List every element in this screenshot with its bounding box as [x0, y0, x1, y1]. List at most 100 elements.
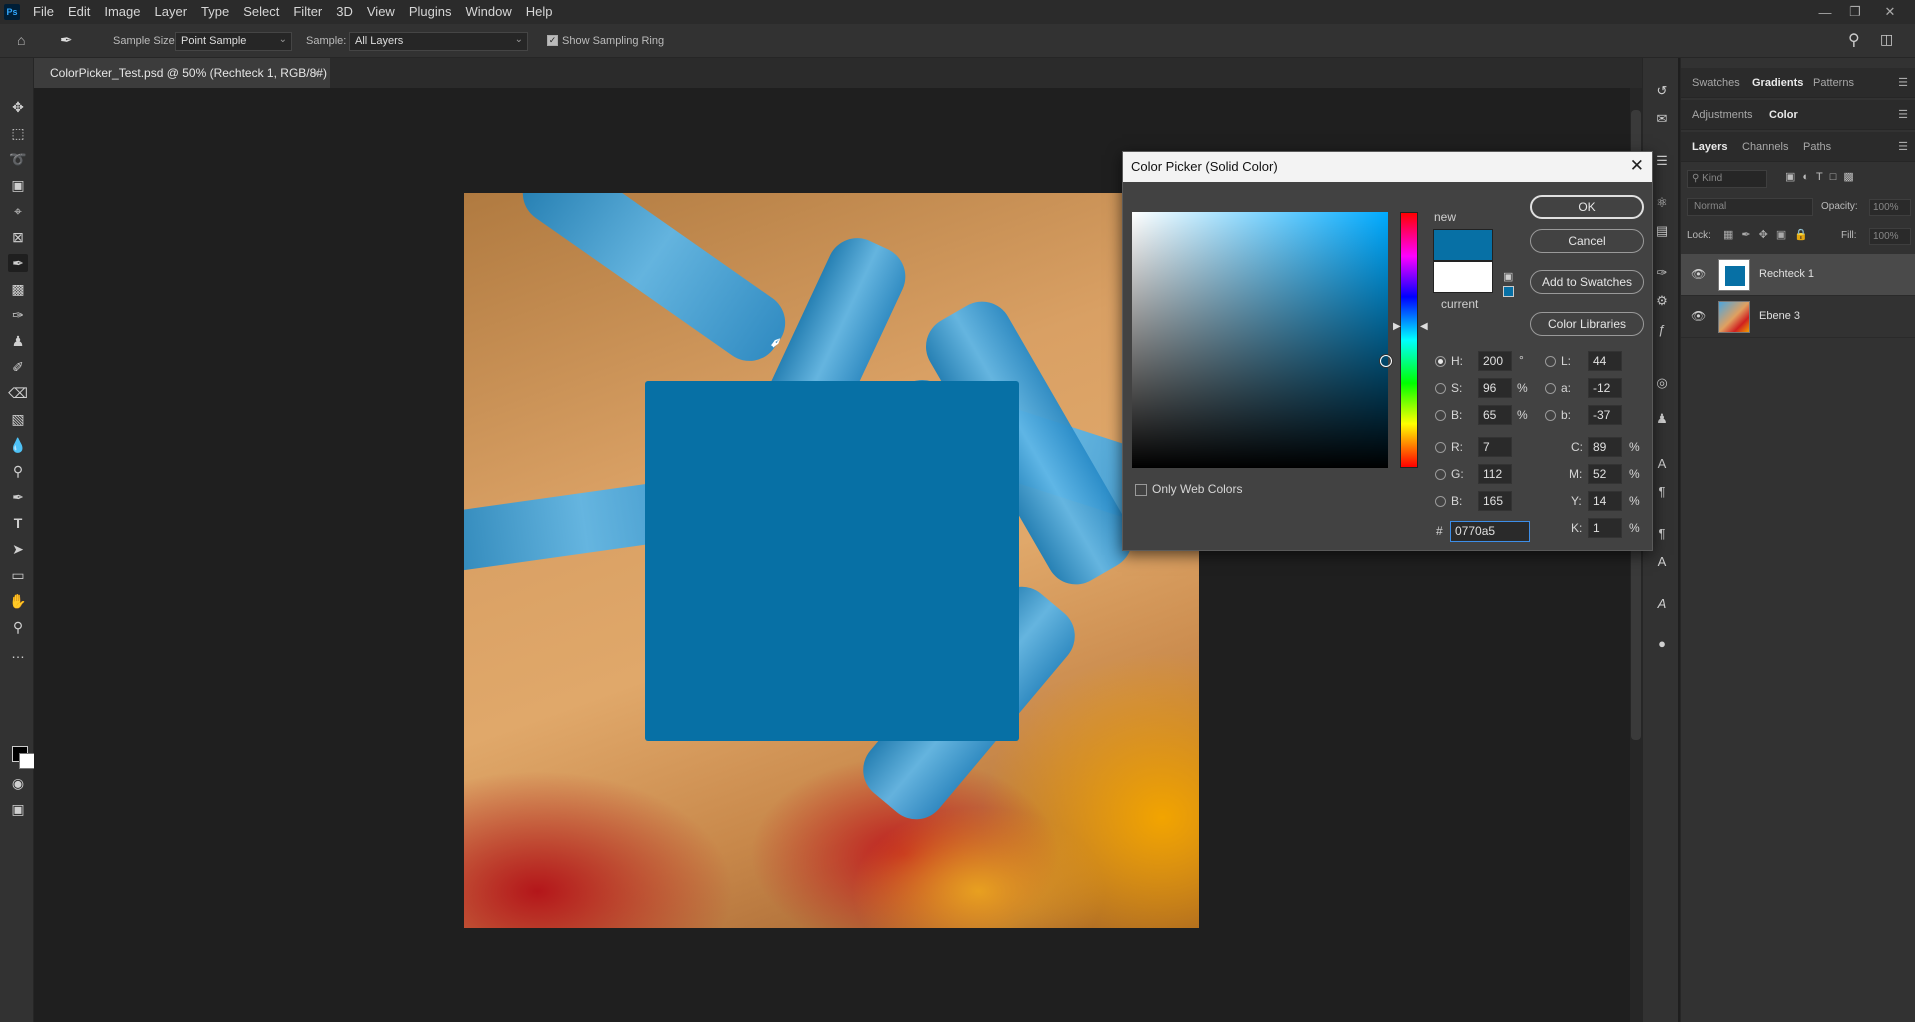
- cyan-field[interactable]: 89: [1588, 437, 1622, 457]
- hue-slider[interactable]: [1400, 212, 1418, 468]
- eyedropper-tool-icon[interactable]: ✒: [8, 254, 28, 272]
- opacity-field[interactable]: 100%: [1869, 199, 1911, 216]
- visibility-eye-icon[interactable]: 👁: [1691, 309, 1706, 323]
- cancel-button[interactable]: Cancel: [1530, 229, 1644, 253]
- tab-channels[interactable]: Channels: [1742, 141, 1788, 153]
- history-panel-icon[interactable]: ↺: [1653, 82, 1671, 100]
- menu-filter[interactable]: Filter: [286, 0, 329, 24]
- radio-blue[interactable]: [1435, 496, 1446, 507]
- tab-paths[interactable]: Paths: [1803, 141, 1831, 153]
- brush-tool-icon[interactable]: ✑: [8, 306, 28, 324]
- close-tab-icon[interactable]: ×: [313, 58, 320, 88]
- radio-lab-b[interactable]: [1545, 410, 1556, 421]
- layer-row-ebene-3[interactable]: 👁 Ebene 3: [1681, 296, 1915, 338]
- only-web-colors-checkbox[interactable]: [1135, 484, 1147, 496]
- menu-3d[interactable]: 3D: [329, 0, 360, 24]
- lab-b-field[interactable]: -37: [1588, 405, 1622, 425]
- dodge-tool-icon[interactable]: ⚲: [8, 462, 28, 480]
- tab-swatches[interactable]: Swatches: [1692, 77, 1740, 89]
- menu-edit[interactable]: Edit: [61, 0, 97, 24]
- color-field-marker[interactable]: [1380, 355, 1392, 367]
- visibility-eye-icon[interactable]: 👁: [1691, 267, 1706, 281]
- document-tab[interactable]: ColorPicker_Test.psd @ 50% (Rechteck 1, …: [34, 58, 330, 88]
- blue-field[interactable]: 165: [1478, 491, 1512, 511]
- layer-row-rechteck-1[interactable]: 👁 Rechteck 1: [1681, 254, 1915, 296]
- lock-icons[interactable]: ▦✒✥▣🔒: [1723, 228, 1816, 241]
- menu-plugins[interactable]: Plugins: [402, 0, 459, 24]
- ok-button[interactable]: OK: [1530, 195, 1644, 219]
- color-libraries-button[interactable]: Color Libraries: [1530, 312, 1644, 336]
- hue-arrow-right-icon[interactable]: ◀: [1420, 321, 1428, 332]
- levels-icon[interactable]: ▤: [1653, 222, 1671, 240]
- workspace-icon[interactable]: ◫: [1880, 31, 1893, 48]
- brightness-field[interactable]: 65: [1478, 405, 1512, 425]
- search-icon[interactable]: ⚲: [1848, 30, 1860, 50]
- radio-lab-a[interactable]: [1545, 383, 1556, 394]
- panel-menu-icon[interactable]: ☰: [1898, 76, 1908, 89]
- comments-panel-icon[interactable]: ✉: [1653, 110, 1671, 128]
- pen-tool-icon[interactable]: ✒: [8, 488, 28, 506]
- paragraph-panel-icon[interactable]: ¶: [1653, 482, 1671, 500]
- crop-tool-icon[interactable]: ⌖: [8, 202, 28, 220]
- hue-arrow-left-icon[interactable]: ▶: [1393, 321, 1401, 332]
- hue-field[interactable]: 200: [1478, 351, 1512, 371]
- gradient-tool-icon[interactable]: ▧: [8, 410, 28, 428]
- home-icon[interactable]: ⌂: [17, 32, 25, 48]
- sample-select[interactable]: All Layers ⌄: [349, 32, 528, 51]
- green-field[interactable]: 112: [1478, 464, 1512, 484]
- background-color-swatch[interactable]: [19, 753, 35, 769]
- menu-select[interactable]: Select: [236, 0, 286, 24]
- tool-presets-icon[interactable]: ⚙: [1653, 292, 1671, 310]
- stamp-tool-icon[interactable]: ♟: [8, 332, 28, 350]
- navigator-icon[interactable]: ◎: [1653, 374, 1671, 392]
- path-select-tool-icon[interactable]: ➤: [8, 540, 28, 558]
- paragraph-styles-icon[interactable]: ¶: [1653, 524, 1671, 542]
- saturation-field[interactable]: 96: [1478, 378, 1512, 398]
- brush-settings-icon[interactable]: ⚛: [1653, 194, 1671, 212]
- close-icon[interactable]: ✕: [1630, 157, 1644, 175]
- menu-window[interactable]: Window: [458, 0, 518, 24]
- eyedropper-preset-icon[interactable]: ✒: [60, 31, 73, 49]
- red-field[interactable]: 7: [1478, 437, 1512, 457]
- layer-filter-icons[interactable]: ▣◐T□▩: [1785, 170, 1861, 183]
- layer-kind-filter[interactable]: ⚲ Kind: [1687, 170, 1767, 188]
- web-safe-swatch-icon[interactable]: [1503, 286, 1514, 297]
- menu-file[interactable]: File: [26, 0, 61, 24]
- materials-icon[interactable]: ●: [1653, 634, 1671, 652]
- panel-menu-icon[interactable]: ☰: [1898, 140, 1908, 153]
- menu-view[interactable]: View: [360, 0, 402, 24]
- hex-field[interactable]: 0770a5: [1450, 521, 1530, 542]
- radio-brightness[interactable]: [1435, 410, 1446, 421]
- eraser-tool-icon[interactable]: ⌫: [8, 384, 28, 402]
- quick-mask-icon[interactable]: ◉: [8, 774, 28, 792]
- radio-lightness[interactable]: [1545, 356, 1556, 367]
- show-ring-checkbox[interactable]: ✓: [547, 35, 558, 46]
- tab-adjustments[interactable]: Adjustments: [1692, 109, 1753, 121]
- tab-patterns[interactable]: Patterns: [1813, 77, 1854, 89]
- menu-help[interactable]: Help: [519, 0, 560, 24]
- menu-image[interactable]: Image: [97, 0, 147, 24]
- radio-green[interactable]: [1435, 469, 1446, 480]
- zoom-tool-icon[interactable]: ⚲: [8, 618, 28, 636]
- screen-mode-icon[interactable]: ▣: [8, 800, 28, 818]
- effects-icon[interactable]: ƒ: [1653, 320, 1671, 338]
- brush-panel-icon[interactable]: ✑: [1653, 264, 1671, 282]
- rectangle-tool-icon[interactable]: ▭: [8, 566, 28, 584]
- character-panel-icon[interactable]: A: [1653, 454, 1671, 472]
- tab-layers[interactable]: Layers: [1692, 141, 1727, 153]
- lasso-tool-icon[interactable]: ➰: [8, 150, 28, 168]
- glyphs-icon[interactable]: A: [1653, 594, 1671, 612]
- lab-a-field[interactable]: -12: [1588, 378, 1622, 398]
- saturation-brightness-field[interactable]: [1132, 212, 1392, 468]
- healing-tool-icon[interactable]: ▩: [8, 280, 28, 298]
- lab-l-field[interactable]: 44: [1588, 351, 1622, 371]
- marquee-tool-icon[interactable]: ⬚: [8, 124, 28, 142]
- menu-layer[interactable]: Layer: [148, 0, 195, 24]
- history-brush-tool-icon[interactable]: ✐: [8, 358, 28, 376]
- tab-gradients[interactable]: Gradients: [1752, 77, 1803, 89]
- yellow-field[interactable]: 14: [1588, 491, 1622, 511]
- gamut-cube-icon[interactable]: ▣: [1503, 270, 1513, 283]
- adjustments-panel-icon[interactable]: ☰: [1653, 152, 1671, 170]
- black-field[interactable]: 1: [1588, 518, 1622, 538]
- add-to-swatches-button[interactable]: Add to Swatches: [1530, 270, 1644, 294]
